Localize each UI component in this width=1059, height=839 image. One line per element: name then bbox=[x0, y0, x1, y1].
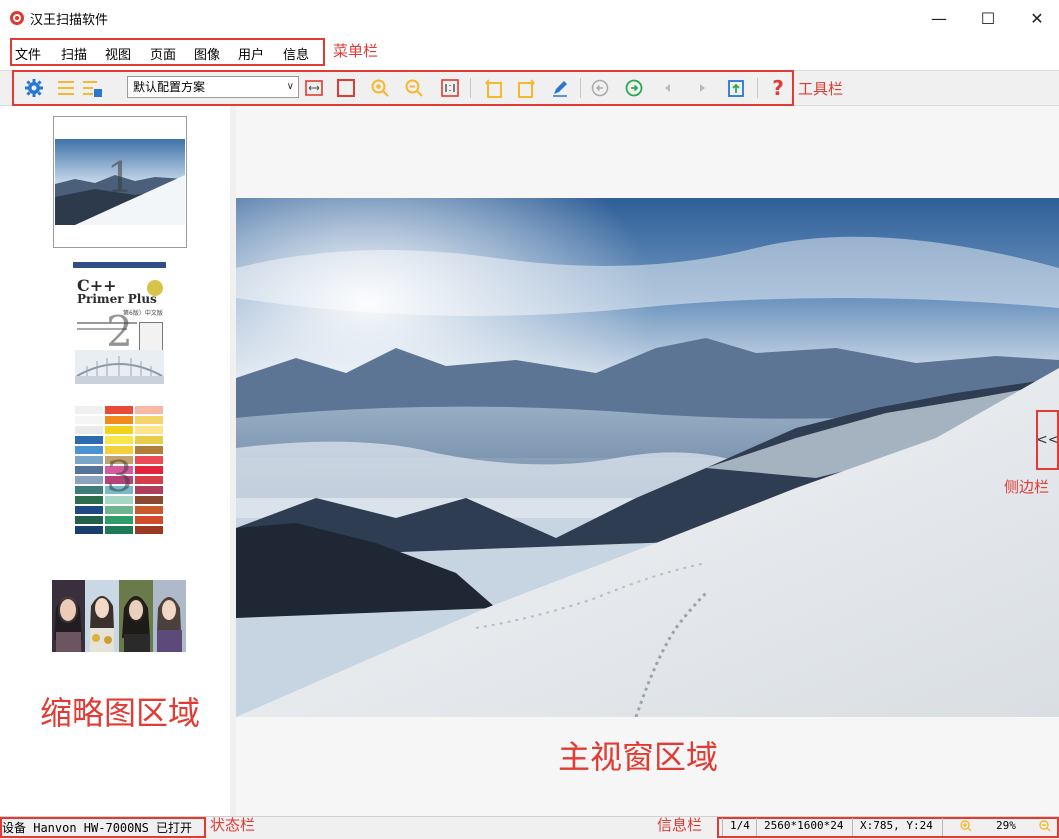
book-header-band bbox=[73, 262, 166, 268]
thumbnail-panel: 1 C++ Primer Plus 第6版）中文版 2 3 缩略图区域 bbox=[8, 106, 236, 816]
thumbnail-number: 2 bbox=[106, 306, 133, 356]
statusbar-highlight-box bbox=[0, 817, 206, 838]
page-indicator: 1/4 bbox=[730, 819, 750, 832]
maximize-button[interactable]: ☐ bbox=[966, 6, 1010, 32]
infobar-annotation: 信息栏 bbox=[657, 816, 703, 834]
main-area-annotation: 主视窗区域 bbox=[558, 738, 719, 776]
window-title: 汉王扫描软件 bbox=[30, 13, 109, 28]
thumbnail-item[interactable]: 3 bbox=[73, 404, 166, 536]
zoom-in-small-icon[interactable] bbox=[960, 820, 972, 836]
zoom-level: 29% bbox=[996, 819, 1016, 832]
zoom-out-small-icon[interactable] bbox=[1039, 820, 1051, 836]
thumbnail-item[interactable]: C++ Primer Plus 第6版）中文版 2 bbox=[73, 262, 166, 394]
minimize-button[interactable]: — bbox=[917, 6, 961, 32]
title-bar: 汉王扫描软件 — ☐ ✕ bbox=[0, 0, 1059, 36]
close-button[interactable]: ✕ bbox=[1015, 6, 1059, 32]
sidebar-highlight-box bbox=[1036, 410, 1059, 470]
infobar-divider bbox=[756, 818, 757, 836]
infobar-divider bbox=[852, 818, 853, 836]
main-image-view[interactable] bbox=[236, 198, 1059, 717]
sidebar-annotation: 侧边栏 bbox=[1004, 478, 1050, 496]
image-size-info: 2560*1600*24 bbox=[764, 819, 844, 832]
thumbnail-item[interactable] bbox=[52, 580, 186, 652]
toolbar-annotation: 工具栏 bbox=[798, 80, 844, 98]
portrait-collage-image bbox=[52, 580, 186, 652]
menubar-annotation: 菜单栏 bbox=[333, 42, 379, 60]
snow-landscape-image bbox=[236, 198, 1059, 717]
cursor-coords: X:785, Y:24 bbox=[860, 819, 933, 832]
menubar-highlight-box bbox=[10, 38, 325, 66]
thumbnail-area-annotation: 缩略图区域 bbox=[40, 694, 201, 732]
book-badge-icon bbox=[147, 280, 163, 296]
book-title-line2: Primer Plus bbox=[77, 292, 157, 306]
infobar-divider bbox=[942, 818, 943, 836]
thumbnail-number: 3 bbox=[106, 451, 133, 501]
thumbnail-item[interactable]: 1 bbox=[53, 116, 187, 248]
infobar-divider bbox=[722, 818, 723, 836]
statusbar-annotation: 状态栏 bbox=[210, 816, 256, 834]
toolbar-highlight-box bbox=[12, 70, 794, 106]
thumbnail-number: 1 bbox=[106, 153, 134, 203]
app-logo-icon bbox=[10, 11, 24, 25]
